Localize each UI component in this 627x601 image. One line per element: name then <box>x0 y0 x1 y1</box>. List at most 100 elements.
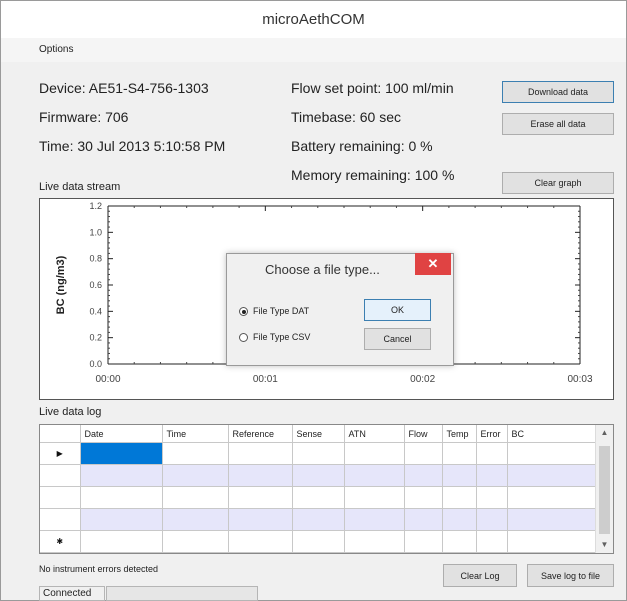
column-header-temp[interactable]: Temp <box>442 425 477 443</box>
table-cell[interactable] <box>162 508 229 531</box>
device-label: Device: AE51-S4-756-1303 <box>39 80 209 96</box>
table-cell[interactable] <box>80 530 163 553</box>
column-header-reference[interactable]: Reference <box>228 425 293 443</box>
y-tick-label: 0.4 <box>89 306 102 316</box>
column-header-time[interactable]: Time <box>162 425 229 443</box>
table-cell[interactable] <box>442 508 477 531</box>
table-cell[interactable] <box>442 464 477 487</box>
table-cell[interactable] <box>507 508 599 531</box>
table-cell[interactable] <box>162 442 229 465</box>
table-cell[interactable] <box>228 508 293 531</box>
column-header-flow[interactable]: Flow <box>404 425 443 443</box>
connection-status: Connected <box>39 586 105 601</box>
table-cell[interactable] <box>228 464 293 487</box>
dialog-ok-button[interactable]: OK <box>364 299 431 321</box>
log-vertical-scrollbar[interactable]: ▲ ▼ <box>595 425 613 553</box>
row-header[interactable] <box>40 508 81 531</box>
radio-dat-indicator[interactable] <box>239 307 248 317</box>
clear-graph-button[interactable]: Clear graph <box>502 172 614 194</box>
timebase-label: Timebase: 60 sec <box>291 109 401 125</box>
table-cell[interactable] <box>228 442 293 465</box>
table-row[interactable] <box>40 464 599 487</box>
row-header-current[interactable]: ▶ <box>40 442 81 465</box>
table-row-new[interactable]: ✱ <box>40 530 599 553</box>
x-tick-label: 00:03 <box>567 374 592 385</box>
table-cell[interactable] <box>404 508 443 531</box>
table-cell[interactable] <box>292 486 345 509</box>
table-cell[interactable] <box>292 464 345 487</box>
save-log-to-file-button[interactable]: Save log to file <box>527 564 614 587</box>
table-cell[interactable] <box>344 486 405 509</box>
table-cell[interactable] <box>162 530 229 553</box>
file-type-dialog: Choose a file type... ✕ File Type DAT Fi… <box>226 253 454 366</box>
table-row[interactable] <box>40 508 599 531</box>
dialog-cancel-button[interactable]: Cancel <box>364 328 431 350</box>
y-tick-label: 1.2 <box>89 201 102 211</box>
table-cell[interactable] <box>344 442 405 465</box>
dialog-close-button[interactable]: ✕ <box>415 253 451 275</box>
table-cell[interactable] <box>228 530 293 553</box>
table-cell[interactable] <box>292 442 345 465</box>
memory-label: Memory remaining: 100 % <box>291 167 455 183</box>
column-header-atn[interactable]: ATN <box>344 425 405 443</box>
table-cell[interactable] <box>404 486 443 509</box>
column-header-date[interactable]: Date <box>80 425 163 443</box>
table-cell[interactable] <box>507 530 599 553</box>
table-cell[interactable] <box>162 464 229 487</box>
table-cell[interactable] <box>476 464 508 487</box>
window-title: microAethCOM <box>262 11 365 28</box>
table-cell[interactable] <box>344 508 405 531</box>
column-header-sense[interactable]: Sense <box>292 425 345 443</box>
table-cell[interactable] <box>404 442 443 465</box>
table-cell-selected[interactable] <box>80 442 163 465</box>
table-cell[interactable] <box>344 530 405 553</box>
table-cell[interactable] <box>80 464 163 487</box>
table-cell[interactable] <box>442 530 477 553</box>
table-cell[interactable] <box>442 442 477 465</box>
row-header[interactable] <box>40 464 81 487</box>
table-cell[interactable] <box>476 530 508 553</box>
erase-all-data-button[interactable]: Erase all data <box>502 113 614 135</box>
connection-status-text: Connected <box>43 588 92 599</box>
menu-options[interactable]: Options <box>39 38 73 62</box>
table-cell[interactable] <box>162 486 229 509</box>
firmware-label: Firmware: 706 <box>39 109 129 125</box>
table-cell[interactable] <box>292 508 345 531</box>
scroll-thumb[interactable] <box>599 446 610 534</box>
table-cell[interactable] <box>507 486 599 509</box>
table-cell[interactable] <box>80 486 163 509</box>
table-cell[interactable] <box>507 464 599 487</box>
app-window: microAethCOM Options Device: AE51-S4-756… <box>0 0 627 601</box>
table-cell[interactable] <box>228 486 293 509</box>
y-tick-label: 0.2 <box>89 333 102 343</box>
download-data-button[interactable]: Download data <box>502 81 614 103</box>
radio-file-type-dat[interactable]: File Type DAT <box>239 306 309 317</box>
table-row[interactable] <box>40 486 599 509</box>
table-cell[interactable] <box>404 464 443 487</box>
row-header[interactable] <box>40 486 81 509</box>
table-cell[interactable] <box>404 530 443 553</box>
scroll-up-icon[interactable]: ▲ <box>596 428 613 437</box>
table-cell[interactable] <box>476 486 508 509</box>
menu-bar: Options <box>1 38 626 62</box>
row-header-new[interactable]: ✱ <box>40 530 81 553</box>
table-cell[interactable] <box>80 508 163 531</box>
column-header-error[interactable]: Error <box>476 425 508 443</box>
log-table: Date Time Reference Sense ATN Flow Temp … <box>40 425 599 553</box>
table-cell[interactable] <box>476 442 508 465</box>
table-row[interactable]: ▶ <box>40 442 599 465</box>
table-cell[interactable] <box>476 508 508 531</box>
radio-csv-indicator[interactable] <box>239 333 248 343</box>
table-cell[interactable] <box>292 530 345 553</box>
live-data-log-grid[interactable]: Date Time Reference Sense ATN Flow Temp … <box>39 424 614 554</box>
y-tick-label: 1.0 <box>89 227 102 237</box>
column-header-bc[interactable]: BC <box>507 425 599 443</box>
table-cell[interactable] <box>442 486 477 509</box>
scroll-down-icon[interactable]: ▼ <box>596 540 613 549</box>
radio-file-type-csv[interactable]: File Type CSV <box>239 332 310 343</box>
dialog-title: Choose a file type... <box>265 262 380 277</box>
clear-log-button[interactable]: Clear Log <box>443 564 517 587</box>
table-cell[interactable] <box>507 442 599 465</box>
table-cell[interactable] <box>344 464 405 487</box>
battery-label: Battery remaining: 0 % <box>291 138 433 154</box>
